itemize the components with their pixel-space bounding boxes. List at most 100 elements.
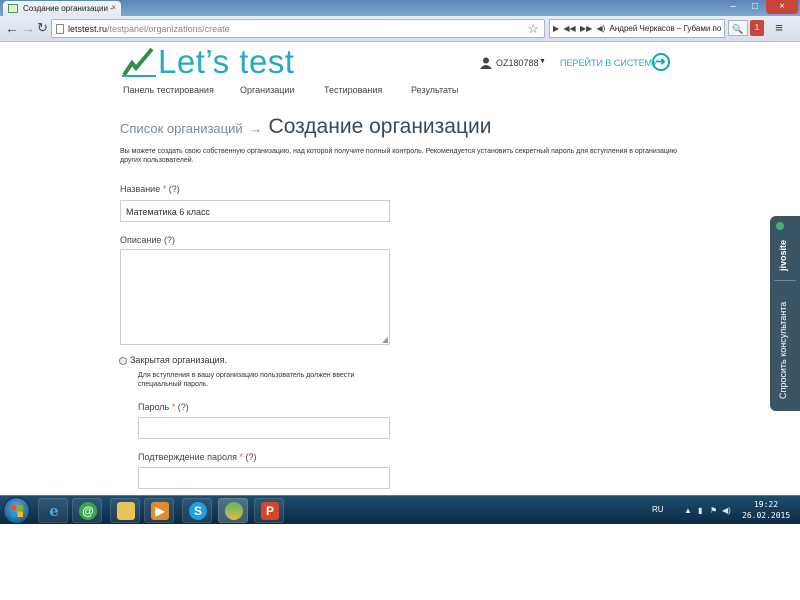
taskbar-app-media[interactable]: ▶: [144, 498, 174, 523]
closed-organization-label[interactable]: Закрытая организация.: [130, 355, 227, 365]
taskbar-app-mail[interactable]: @: [72, 498, 102, 523]
network-icon[interactable]: ▮: [698, 506, 702, 515]
divider: [774, 280, 796, 281]
menu-icon[interactable]: ≡: [768, 20, 790, 36]
password-help-icon[interactable]: (?): [178, 402, 189, 412]
nav-item-organizations[interactable]: Организации: [240, 85, 294, 95]
password-confirm-label: Подтверждение пароля * (?): [138, 452, 257, 462]
intro-text: Вы можете создать свою собственную орган…: [120, 148, 678, 164]
required-marker: *: [239, 452, 243, 462]
online-status-icon: [776, 222, 784, 230]
breadcrumb: Список организаций → Создание организаци…: [120, 115, 491, 139]
site-logo[interactable]: Let’s test: [122, 43, 295, 83]
taskbar-app-ie[interactable]: e: [38, 498, 68, 523]
logo-text: Let’s test: [158, 43, 295, 80]
chrome-icon: [225, 502, 243, 520]
password-confirm-label-text: Подтверждение пароля: [138, 452, 237, 462]
close-window-button[interactable]: ×: [766, 0, 798, 14]
nav-item-testings[interactable]: Тестирования: [324, 85, 382, 95]
required-marker: *: [171, 402, 176, 412]
browser-tab[interactable]: Создание организации - ×: [3, 1, 121, 16]
chevron-down-icon: ▼: [539, 58, 546, 65]
windows-logo-icon: [11, 505, 23, 517]
media-player-extension[interactable]: ▶ ◀◀ ▶▶ ◀) Андрей Черкасов – Губами по т…: [549, 19, 725, 38]
nav-item-results[interactable]: Результаты: [411, 85, 458, 95]
page-icon: [56, 24, 64, 34]
next-track-icon[interactable]: ▶▶: [580, 24, 592, 33]
tab-close-icon[interactable]: ×: [111, 3, 116, 12]
mail-agent-icon: @: [79, 502, 97, 520]
password-confirm-input[interactable]: [138, 467, 390, 489]
address-bar[interactable]: letstest.ru/testpanel/organizations/crea…: [51, 19, 545, 38]
user-name: OZ180788: [496, 58, 539, 68]
jivosite-brand: jivosite: [778, 239, 788, 271]
name-label: Название * (?): [120, 184, 180, 194]
jivosite-chat-widget[interactable]: Спросить консультанта jivosite: [770, 216, 800, 411]
clock-time: 19:22: [753, 500, 779, 509]
browser-tab-strip: Создание организации - × – □ ×: [0, 0, 800, 16]
password-confirm-help-icon[interactable]: (?): [246, 452, 257, 462]
taskbar-app-powerpoint[interactable]: P: [254, 498, 284, 523]
description-label-text: Описание: [120, 235, 162, 245]
taskbar-app-skype[interactable]: S: [182, 498, 212, 523]
screen: Создание организации - × – □ × ← → ↻ let…: [0, 0, 800, 524]
page-title: Создание организации: [268, 115, 492, 138]
taskbar-app-explorer[interactable]: [110, 498, 140, 523]
tray-clock[interactable]: 19:22 26.02.2015: [742, 499, 790, 521]
breadcrumb-organizations-link[interactable]: Список организаций: [120, 121, 243, 136]
name-help-icon[interactable]: (?): [169, 184, 180, 194]
ie-icon: e: [49, 502, 59, 520]
closed-organization-radio[interactable]: [119, 357, 127, 365]
prev-track-icon[interactable]: ◀◀: [563, 24, 575, 33]
arrow-right-circle-icon: ➔: [652, 53, 670, 71]
description-help-icon[interactable]: (?): [164, 235, 175, 245]
url-path: /testpanel/organizations/create: [107, 24, 230, 34]
go-to-system-label: ПЕРЕЙТИ В СИСТЕМУ: [560, 58, 658, 68]
site-favicon-icon: [8, 4, 18, 13]
explorer-icon: [117, 502, 135, 520]
description-label: Описание (?): [120, 235, 175, 245]
now-playing-text: Андрей Черкасов – Губами по те: [609, 24, 725, 33]
powerpoint-icon: P: [261, 502, 279, 520]
name-input[interactable]: Математика 6 класс: [120, 200, 390, 222]
volume-tray-icon[interactable]: ◀): [722, 506, 731, 515]
forward-arrow-icon[interactable]: →: [21, 21, 35, 35]
logo-check-icon: [122, 47, 156, 77]
play-icon[interactable]: ▶: [553, 24, 559, 33]
user-icon: [480, 57, 492, 69]
skype-icon: S: [189, 502, 207, 520]
search-extension-icon[interactable]: 🔍: [728, 20, 748, 36]
password-label-text: Пароль: [138, 402, 170, 412]
minimize-button[interactable]: –: [722, 0, 744, 14]
name-label-text: Название: [120, 184, 161, 194]
password-label: Пароль * (?): [138, 402, 189, 412]
nav-item-test-panel[interactable]: Панель тестирования: [123, 85, 214, 95]
maximize-button[interactable]: □: [744, 0, 766, 14]
url-domain: letstest.ru: [68, 24, 108, 34]
tray-arrow-icon[interactable]: ▲: [684, 506, 692, 515]
tab-title: Создание организации -: [23, 4, 113, 13]
browser-toolbar: ← → ↻ letstest.ru/testpanel/organization…: [0, 16, 800, 42]
start-button[interactable]: [3, 497, 30, 524]
go-to-system-link[interactable]: ПЕРЕЙТИ В СИСТЕМУ ➔: [560, 53, 672, 73]
extension-badge-icon[interactable]: 1: [750, 20, 764, 36]
description-textarea[interactable]: ◢: [120, 249, 390, 345]
page-content: Let’s test Панель тестирования Организац…: [0, 43, 800, 495]
language-indicator[interactable]: RU: [652, 505, 664, 514]
breadcrumb-arrow: →: [249, 121, 263, 136]
bookmark-star-icon[interactable]: ☆: [527, 21, 539, 37]
reload-icon[interactable]: ↻: [37, 21, 48, 35]
volume-icon[interactable]: ◀): [596, 24, 605, 33]
resize-grip-icon[interactable]: ◢: [382, 335, 388, 344]
windows-taskbar: e @ ▶ S P RU ▲ ▮ ⚑ ◀) 19:22 26.02.2015: [0, 495, 800, 524]
action-center-flag-icon[interactable]: ⚑: [710, 506, 717, 515]
media-player-icon: ▶: [151, 502, 169, 520]
taskbar-app-chrome[interactable]: [218, 498, 248, 523]
password-input[interactable]: [138, 417, 390, 439]
closed-organization-hint: Для вступления в вашу организацию пользо…: [138, 372, 355, 388]
required-marker: *: [162, 184, 167, 194]
ask-consultant-label: Спросить консультанта: [778, 301, 788, 399]
jivosite-vertical-text: Спросить консультанта jivosite: [770, 216, 800, 411]
clock-date: 26.02.2015: [742, 511, 791, 520]
back-arrow-icon[interactable]: ←: [5, 21, 19, 35]
